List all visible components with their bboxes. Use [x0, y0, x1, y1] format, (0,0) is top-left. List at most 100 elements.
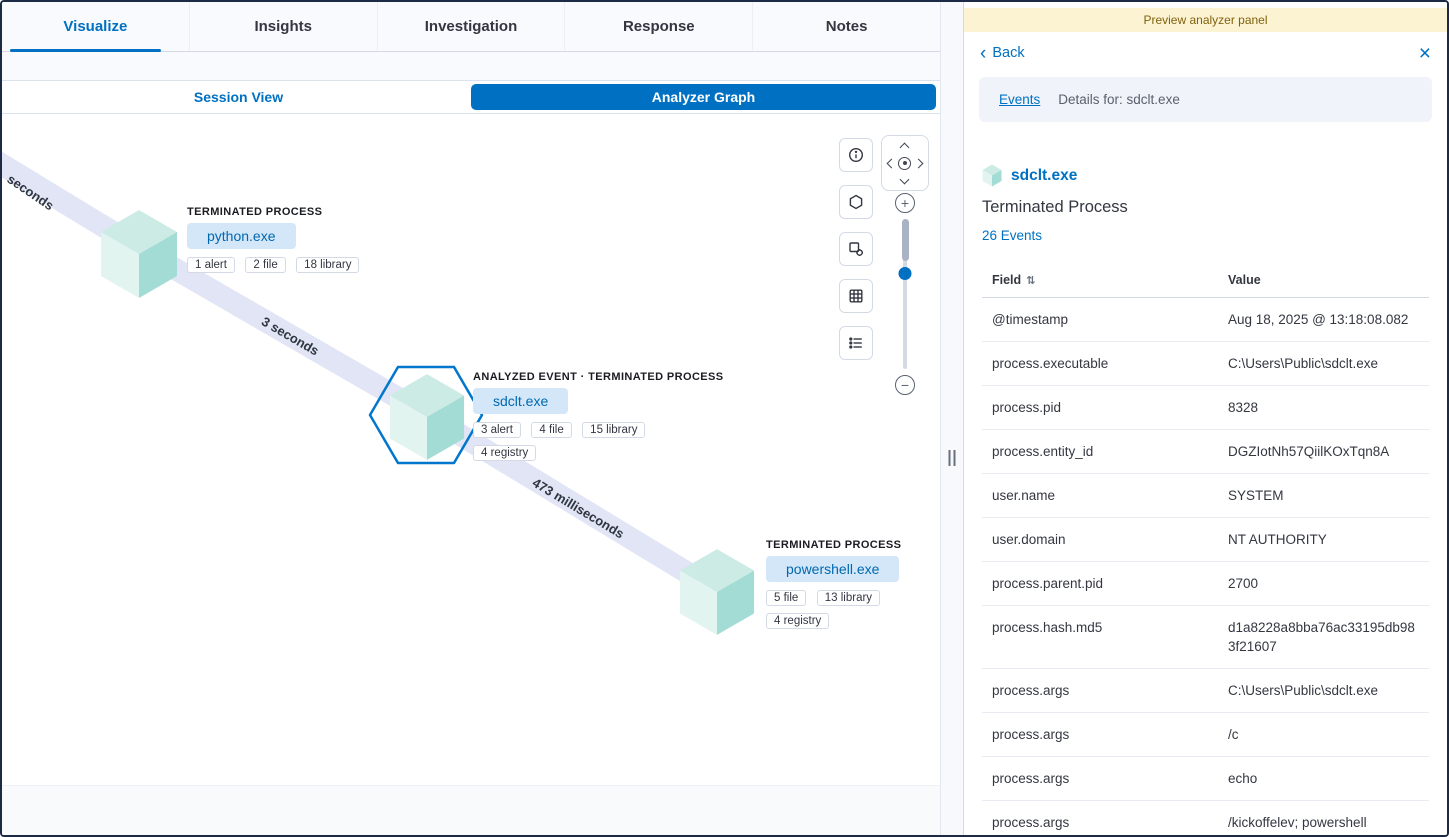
value-column-header: Value	[1218, 263, 1429, 298]
events-list-button[interactable]	[839, 326, 873, 360]
registry-count-badge: 4 registry	[766, 613, 829, 629]
value-cell: DGZIotNh57QiilKOxTqn8A	[1218, 430, 1429, 474]
events-tab[interactable]: Events	[999, 92, 1040, 107]
value-cell: d1a8228a8bba76ac33195db983f21607	[1218, 606, 1429, 669]
value-cell: NT AUTHORITY	[1218, 518, 1429, 562]
table-row: process.entity_id DGZIotNh57QiilKOxTqn8A	[982, 430, 1429, 474]
value-cell: C:\Users\Public\sdclt.exe	[1218, 669, 1429, 713]
field-cell: process.parent.pid	[982, 562, 1218, 606]
pan-up-button[interactable]	[900, 142, 910, 152]
field-value-table: Field⇅ Value @timestamp Aug 18, 2025 @ 1…	[982, 263, 1429, 835]
panel-divider	[940, 2, 964, 835]
process-cube-python[interactable]	[99, 208, 179, 300]
grid-view-button[interactable]	[839, 279, 873, 313]
zoom-slider-thumb[interactable]	[899, 267, 912, 280]
table-row: user.domain NT AUTHORITY	[982, 518, 1429, 562]
tab-notes[interactable]: Notes	[753, 2, 940, 51]
sort-icon[interactable]: ⇅	[1026, 275, 1035, 287]
value-cell: echo	[1218, 757, 1429, 801]
zoom-slider[interactable]	[903, 219, 907, 369]
tab-visualize[interactable]: Visualize	[2, 2, 190, 51]
process-cube-powershell[interactable]	[678, 547, 756, 637]
tabbar-spacer	[2, 52, 940, 80]
close-icon[interactable]: ×	[1419, 43, 1431, 64]
node-subtitle: Terminated Process	[982, 198, 1429, 217]
alert-count-badge: 3 alert	[473, 422, 521, 438]
back-label: Back	[992, 45, 1024, 61]
value-cell: /c	[1218, 713, 1429, 757]
field-cell: process.pid	[982, 386, 1218, 430]
library-count-badge: 15 library	[582, 422, 645, 438]
app-window: Visualize Insights Investigation Respons…	[0, 0, 1449, 837]
back-button[interactable]: ‹ Back	[980, 44, 1025, 63]
events-count-link[interactable]: 26 Events	[982, 228, 1429, 243]
zoom-control: + −	[890, 193, 920, 395]
main-area: Visualize Insights Investigation Respons…	[2, 2, 940, 835]
field-cell: @timestamp	[982, 298, 1218, 342]
field-cell: process.args	[982, 757, 1218, 801]
edge-duration-label: 473 milliseconds	[530, 475, 627, 541]
file-count-badge: 5 file	[766, 590, 806, 606]
session-view-button[interactable]: Session View	[6, 84, 471, 110]
analyzer-graph-button[interactable]: Analyzer Graph	[471, 84, 936, 110]
pan-down-button[interactable]	[900, 174, 910, 184]
field-cell: process.args	[982, 713, 1218, 757]
library-count-badge: 18 library	[296, 257, 359, 273]
panel-header-row: ‹ Back ×	[964, 36, 1447, 71]
zoom-out-button[interactable]: −	[895, 375, 915, 395]
table-row: process.args C:\Users\Public\sdclt.exe	[982, 669, 1429, 713]
value-cell: SYSTEM	[1218, 474, 1429, 518]
panel-resize-handle[interactable]	[949, 450, 956, 466]
field-cell: process.hash.md5	[982, 606, 1218, 669]
details-tab-label: Details for: sdclt.exe	[1058, 92, 1180, 107]
node-title-link[interactable]: sdclt.exe	[1011, 167, 1077, 185]
process-type-label: TERMINATED PROCESS	[187, 206, 365, 218]
process-name-button[interactable]: powershell.exe	[766, 556, 899, 582]
process-name-button[interactable]: python.exe	[187, 223, 296, 249]
center-camera-button[interactable]	[898, 157, 911, 170]
table-row: process.executable C:\Users\Public\sdclt…	[982, 342, 1429, 386]
edge-duration-label: 3 seconds	[259, 314, 322, 359]
table-header-row: Field⇅ Value	[982, 263, 1429, 298]
grid-icon	[848, 288, 864, 304]
table-row: user.name SYSTEM	[982, 474, 1429, 518]
schema-button[interactable]	[839, 185, 873, 219]
field-column-header[interactable]: Field⇅	[982, 263, 1218, 298]
preview-analyzer-panel: Preview analyzer panel ‹ Back × Events D…	[964, 2, 1447, 835]
panel-tabbar: Events Details for: sdclt.exe	[979, 77, 1432, 122]
view-toggle: Session View Analyzer Graph	[2, 80, 940, 114]
tab-response[interactable]: Response	[565, 2, 753, 51]
edge-duration-label: seconds	[4, 171, 56, 213]
library-count-badge: 13 library	[817, 590, 880, 606]
tab-insights[interactable]: Insights	[190, 2, 378, 51]
value-cell: C:\Users\Public\sdclt.exe	[1218, 342, 1429, 386]
process-node-python: TERMINATED PROCESS python.exe 1 alert 2 …	[187, 206, 365, 278]
graph-controls	[839, 138, 873, 360]
file-count-badge: 4 file	[531, 422, 571, 438]
table-row: process.hash.md5 d1a8228a8bba76ac33195db…	[982, 606, 1429, 669]
table-row: @timestamp Aug 18, 2025 @ 13:18:08.082	[982, 298, 1429, 342]
value-cell: /kickoffelev; powershell	[1218, 801, 1429, 835]
tab-investigation[interactable]: Investigation	[378, 2, 566, 51]
field-cell: process.args	[982, 801, 1218, 835]
field-cell: user.domain	[982, 518, 1218, 562]
table-row: process.args echo	[982, 757, 1429, 801]
process-name-button[interactable]: sdclt.exe	[473, 388, 568, 414]
camera-pad	[881, 135, 929, 191]
pan-left-button[interactable]	[887, 158, 897, 168]
field-cell: process.entity_id	[982, 430, 1218, 474]
field-cell: process.args	[982, 669, 1218, 713]
preview-banner: Preview analyzer panel	[964, 8, 1447, 32]
table-row: process.args /kickoffelev; powershell	[982, 801, 1429, 835]
pan-right-button[interactable]	[913, 158, 923, 168]
top-tabbar: Visualize Insights Investigation Respons…	[2, 2, 940, 52]
process-cube-sdclt[interactable]	[388, 372, 466, 462]
zoom-in-button[interactable]: +	[895, 193, 915, 213]
node-legend-button[interactable]	[839, 232, 873, 266]
process-node-sdclt: ANALYZED EVENT · TERMINATED PROCESS sdcl…	[473, 371, 724, 466]
panel-content: sdclt.exe Terminated Process 26 Events F…	[964, 136, 1447, 835]
info-button[interactable]	[839, 138, 873, 172]
analyzer-graph-canvas[interactable]: seconds 3 seconds 473 milliseconds TERMI…	[2, 114, 940, 835]
process-type-label: TERMINATED PROCESS	[766, 539, 901, 551]
alert-count-badge: 1 alert	[187, 257, 235, 273]
